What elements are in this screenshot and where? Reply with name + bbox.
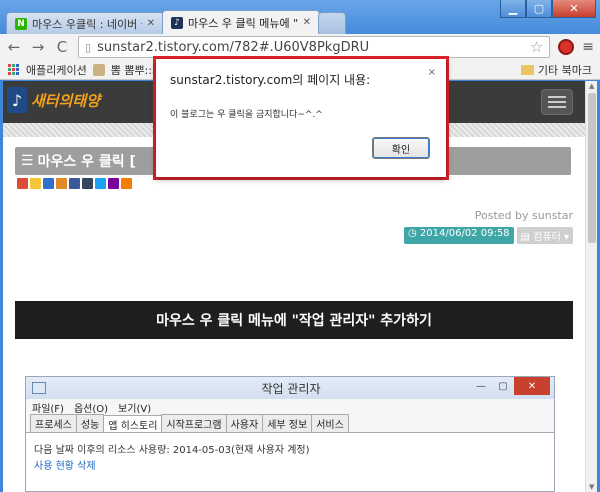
date-badge: ◷ 2014/06/02 09:58 <box>404 227 514 244</box>
scroll-down-icon[interactable]: ▼ <box>589 483 594 491</box>
share-icon[interactable] <box>121 178 132 189</box>
tab-details: 세부 정보 <box>262 414 313 432</box>
extension-stop-icon[interactable] <box>558 39 575 55</box>
page-scrollbar[interactable]: ▲ ▼ <box>585 81 597 492</box>
category-badge[interactable]: ▤ 컴퓨터 ▾ <box>516 227 573 244</box>
posted-by: Posted by sunstar <box>474 209 573 222</box>
forward-arrow-icon[interactable]: → <box>30 38 46 56</box>
task-manager-screenshot: 작업 관리자 — ▢ ✕ 파일(F) 옵션(O) 보기(V) 프로세스 성능 앱… <box>25 376 555 492</box>
close-icon: ✕ <box>514 377 550 395</box>
post-title: 마우스 우 클릭 [ <box>37 154 136 170</box>
other-bookmarks-label: 기타 북마크 <box>537 63 592 77</box>
blog-menu-button[interactable] <box>541 89 573 115</box>
tab-processes: 프로세스 <box>30 414 77 432</box>
tab-naver[interactable]: N 마우스 우클릭 : 네이버 블 ✕ <box>6 12 164 34</box>
menu-view: 보기(V) <box>118 403 152 415</box>
dialog-title: sunstar2.tistory.com의 페이지 내용: <box>170 73 371 87</box>
logo-text: 새터의태양 <box>31 91 101 110</box>
dialog-message: 이 블로그는 우 클릭을 금지합니다~^.^ <box>170 110 323 120</box>
tab-app-history: 앱 히스토리 <box>103 415 163 432</box>
share-buttons <box>17 178 132 189</box>
back-arrow-icon[interactable]: ← <box>6 38 22 56</box>
window-controls: ▁ ▢ ✕ <box>500 0 596 18</box>
task-manager-menu: 파일(F) 옵션(O) 보기(V) <box>26 399 554 415</box>
bookmark-apps[interactable]: 애플리케이션 <box>26 62 87 78</box>
tab-close-icon[interactable]: ✕ <box>147 18 155 29</box>
category-label: 컴퓨터 <box>533 232 561 243</box>
post-heading: 마우스 우 클릭 메뉴에 "작업 관리자" 추가하기 <box>15 301 573 339</box>
tab-title: 마우스 우클릭 : 네이버 블 <box>32 17 142 31</box>
music-note-icon: ♪ <box>171 16 183 29</box>
share-icon[interactable] <box>17 178 28 189</box>
scrollbar-thumb[interactable] <box>588 93 596 243</box>
bookmark-star-icon[interactable]: ☆ <box>530 38 543 56</box>
share-icon[interactable] <box>82 178 93 189</box>
chrome-menu-icon[interactable]: ≡ <box>582 39 594 55</box>
tab-users: 사용자 <box>225 414 264 432</box>
apps-grid-icon[interactable] <box>8 63 20 76</box>
menu-options: 옵션(O) <box>73 403 109 415</box>
dialog-close-icon[interactable]: × <box>428 67 436 78</box>
bookmark-favicon-icon <box>92 63 105 76</box>
other-bookmarks[interactable]: 기타 북마크 <box>520 62 592 78</box>
address-bar[interactable]: ▯ sunstar2.tistory.com/782#.U60V8PkgDRU … <box>78 36 551 58</box>
menu-file: 파일(F) <box>32 403 64 415</box>
tab-title: 마우스 우 클릭 메뉴에 "조 <box>188 16 298 30</box>
reload-icon[interactable]: C <box>54 38 70 56</box>
task-manager-titlebar: 작업 관리자 — ▢ ✕ <box>26 377 554 399</box>
page-icon: ▯ <box>85 40 92 54</box>
scroll-up-icon[interactable]: ▲ <box>589 82 594 90</box>
minimize-icon[interactable]: ▁ <box>500 0 526 18</box>
tab-tistory[interactable]: ♪ 마우스 우 클릭 메뉴에 "조 ✕ <box>162 10 320 34</box>
share-icon[interactable] <box>95 178 106 189</box>
share-icon[interactable] <box>43 178 54 189</box>
folder-icon <box>520 64 534 75</box>
naver-icon: N <box>15 17 27 30</box>
post-meta: ◷ 2014/06/02 09:58 ▤ 컴퓨터 ▾ <box>404 227 573 244</box>
maximize-icon[interactable]: ▢ <box>526 0 552 18</box>
new-tab-button[interactable] <box>318 12 346 34</box>
share-icon[interactable] <box>69 178 80 189</box>
share-icon[interactable] <box>56 178 67 189</box>
tab-services: 서비스 <box>311 414 349 432</box>
delete-usage-link: 사용 현황 삭제 <box>34 461 96 472</box>
resource-usage-text: 다음 날짜 이후의 리소스 사용량: 2014-05-03(현재 사용자 계정) <box>34 445 310 456</box>
minimize-icon: — <box>476 380 486 392</box>
tab-strip: N 마우스 우클릭 : 네이버 블 ✕ ♪ 마우스 우 클릭 메뉴에 "조 ✕ <box>6 10 346 34</box>
task-manager-body: 다음 날짜 이후의 리소스 사용량: 2014-05-03(현재 사용자 계정)… <box>26 433 554 480</box>
tab-performance: 성능 <box>75 414 105 432</box>
maximize-icon: ▢ <box>498 380 508 392</box>
tab-close-icon[interactable]: ✕ <box>303 17 311 28</box>
blog-logo[interactable]: ♪ 새터의태양 <box>7 87 100 113</box>
share-icon[interactable] <box>30 178 41 189</box>
tab-startup: 시작프로그램 <box>161 414 227 432</box>
alert-dialog: sunstar2.tistory.com의 페이지 내용: × 이 블로그는 우… <box>156 59 446 177</box>
share-icon[interactable] <box>108 178 119 189</box>
window-close-icon[interactable]: ✕ <box>552 0 596 18</box>
task-manager-controls: — ▢ ✕ <box>470 377 550 395</box>
post-date: 2014/06/02 09:58 <box>419 228 510 239</box>
music-note-icon: ♪ <box>7 87 27 113</box>
list-icon: ☰ <box>21 153 34 169</box>
ok-button[interactable]: 확인 <box>372 137 430 159</box>
address-text: sunstar2.tistory.com/782#.U60V8PkgDRU <box>97 39 370 55</box>
task-manager-tabs: 프로세스 성능 앱 히스토리 시작프로그램 사용자 세부 정보 서비스 <box>26 414 554 433</box>
